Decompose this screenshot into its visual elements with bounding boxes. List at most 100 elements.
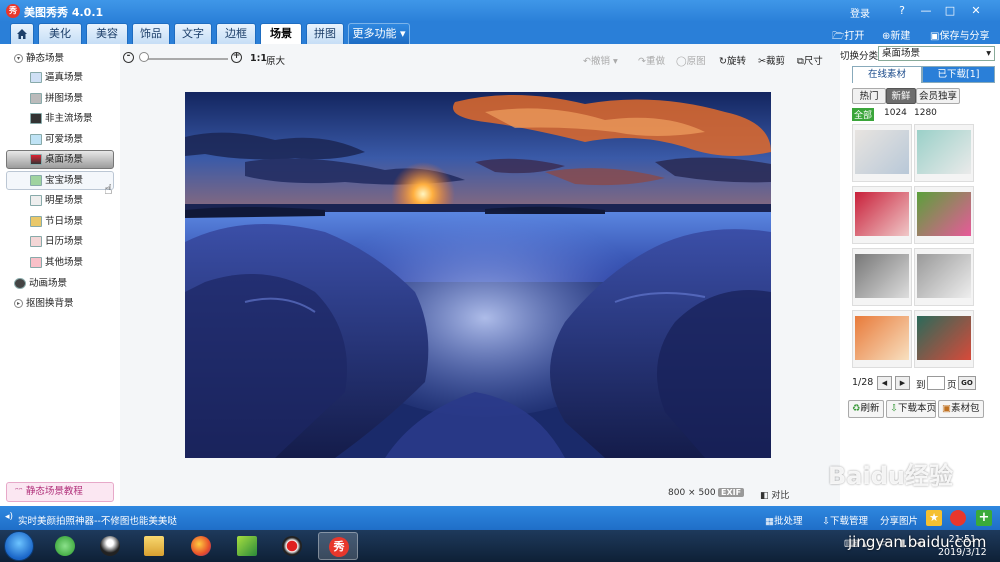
sort-hot[interactable]: 热门: [852, 88, 886, 104]
photo-canvas[interactable]: [185, 92, 771, 458]
tree-item-desktop[interactable]: 桌面场景: [30, 151, 83, 169]
thumbnail-image: [917, 254, 971, 298]
tree-static-scenes[interactable]: ▾ 静态场景: [14, 50, 64, 68]
star-icon[interactable]: ★: [926, 510, 942, 526]
tree-cutout-background[interactable]: ▸ 抠图换背景: [14, 295, 74, 313]
menu-bar: 美化 美容 饰品 文字 边框 场景 拼图 更多功能 ▾ 🗁打开 ⊕新建 ▣保存与…: [0, 22, 1000, 44]
tree-item-other[interactable]: 其他场景: [30, 254, 83, 272]
refresh-icon: ♻: [852, 403, 861, 414]
taskbar-app-qq[interactable]: [90, 532, 130, 560]
save-share-button[interactable]: ▣保存与分享: [930, 27, 989, 42]
original-image-button[interactable]: ◯原图: [676, 53, 706, 67]
material-thumbnail[interactable]: [852, 186, 912, 244]
material-thumbnail[interactable]: [914, 124, 974, 182]
material-panel: 切换分类 桌面场景 ▾ 在线素材 已下载[1] 热门 新鲜 会员独享 全部 10…: [840, 44, 1000, 506]
sort-vip[interactable]: 会员独享: [916, 88, 960, 104]
compare-button[interactable]: ◧ 对比: [760, 488, 789, 501]
tab-border[interactable]: 边框: [216, 23, 256, 44]
download-page-button[interactable]: ⇩下载本页: [886, 400, 936, 418]
edit-toolbar: - + 1:1 原大 ↶撤销 ▾ ↷重做 ◯原图 ↻旋转 ✂裁剪 ⧉尺寸: [120, 44, 835, 72]
material-thumbnail[interactable]: [852, 124, 912, 182]
material-thumbnail[interactable]: [852, 248, 912, 306]
sort-fresh[interactable]: 新鲜: [886, 88, 916, 104]
taskbar-app-explorer[interactable]: [134, 532, 174, 560]
material-thumbnail[interactable]: [914, 248, 974, 306]
tab-text[interactable]: 文字: [174, 23, 212, 44]
zoom-in-icon[interactable]: +: [231, 52, 242, 63]
share-image-button[interactable]: 分享图片: [880, 513, 918, 527]
taskbar-app-recorder[interactable]: [272, 532, 312, 560]
tree-item-realistic[interactable]: 逼真场景: [30, 69, 83, 87]
tree-item-holiday[interactable]: 节日场景: [30, 213, 83, 231]
scene-icon: [30, 72, 42, 83]
minimize-button[interactable]: —: [918, 4, 934, 18]
taskbar-app-firefox[interactable]: [181, 532, 221, 560]
tab-scene[interactable]: 场景: [260, 23, 302, 44]
tab-downloaded[interactable]: 已下载[1]: [922, 66, 995, 83]
tree-animated-scenes[interactable]: 动画场景: [14, 275, 67, 293]
maximize-button[interactable]: □: [942, 4, 958, 18]
new-button[interactable]: ⊕新建: [882, 27, 910, 42]
tree-item-calendar[interactable]: 日历场景: [30, 233, 83, 251]
help-button[interactable]: ?: [894, 4, 910, 18]
status-promo-text[interactable]: 实时美颜拍照神器--不修图也能美美哒: [18, 513, 177, 527]
weibo-icon[interactable]: [950, 510, 966, 526]
prev-page-button[interactable]: ◀: [877, 376, 892, 390]
qq-penguin-icon: [100, 536, 120, 556]
tree-item-nonmainstream[interactable]: 非主流场景: [30, 110, 93, 128]
zoom-slider-handle[interactable]: [139, 52, 149, 62]
page-number-input[interactable]: [927, 376, 945, 390]
go-button[interactable]: GO: [958, 376, 976, 390]
undo-button[interactable]: ↶撤销 ▾: [583, 53, 618, 67]
resolution-1024[interactable]: 1024: [884, 108, 907, 118]
thumbnail-image: [855, 192, 909, 236]
download-manager-button[interactable]: ⇩下载管理: [822, 513, 868, 527]
next-page-button[interactable]: ▶: [895, 376, 910, 390]
refresh-button[interactable]: ♻刷新: [848, 400, 884, 418]
baidu-watermark-url: jingyan.baidu.com: [848, 533, 987, 551]
rotate-icon: ↻: [719, 56, 727, 67]
redo-button[interactable]: ↷重做: [638, 53, 665, 67]
add-icon[interactable]: +: [976, 510, 992, 526]
taskbar-app-360[interactable]: [45, 532, 85, 560]
start-button[interactable]: [4, 531, 34, 561]
crop-button[interactable]: ✂裁剪: [758, 53, 785, 67]
taskbar-app-meitu[interactable]: 秀: [318, 532, 358, 560]
exif-button[interactable]: EXIF: [718, 488, 745, 497]
tree-item-cute[interactable]: 可爱场景: [30, 131, 83, 149]
category-select[interactable]: 桌面场景 ▾: [878, 46, 995, 61]
scene-category-panel: ▾ 静态场景 逼真场景 拼图场景 非主流场景 可爱场景 桌面场景 宝宝场景 ☝ 明…: [0, 44, 120, 506]
actual-size-ratio[interactable]: 1:1: [250, 53, 267, 64]
footprint-icon: ᵔᵔ: [15, 486, 26, 497]
tab-accessories[interactable]: 饰品: [132, 23, 170, 44]
tree-item-collage[interactable]: 拼图场景: [30, 90, 83, 108]
material-thumbnail[interactable]: [852, 310, 912, 368]
login-link[interactable]: 登录: [850, 5, 870, 20]
more-features-menu[interactable]: 更多功能 ▾: [348, 23, 410, 44]
material-pack-button[interactable]: ▣素材包: [938, 400, 984, 418]
resolution-1280[interactable]: 1280: [914, 108, 937, 118]
zoom-slider-track[interactable]: [146, 58, 228, 60]
tree-item-star[interactable]: 明星场景: [30, 192, 83, 210]
image-dimensions: 800 × 500: [668, 488, 716, 498]
rotate-button[interactable]: ↻旋转: [719, 53, 746, 67]
material-thumbnail[interactable]: [914, 186, 974, 244]
tab-online-materials[interactable]: 在线素材: [852, 66, 922, 83]
resize-button[interactable]: ⧉尺寸: [797, 53, 823, 67]
scene-icon: [30, 134, 42, 145]
taskbar-app-player[interactable]: [227, 532, 267, 560]
download-icon: ⇩: [890, 403, 898, 414]
tab-beautify[interactable]: 美化: [38, 23, 82, 44]
page-unit-label: 页: [947, 380, 957, 391]
tab-collage[interactable]: 拼图: [306, 23, 344, 44]
tab-beauty[interactable]: 美容: [86, 23, 128, 44]
tab-home[interactable]: [10, 23, 34, 44]
zoom-out-icon[interactable]: -: [123, 52, 134, 63]
tree-item-baby[interactable]: 宝宝场景: [30, 172, 83, 190]
material-thumbnail[interactable]: [914, 310, 974, 368]
static-scene-tutorial-button[interactable]: ᵔᵔ 静态场景教程: [6, 482, 114, 502]
batch-process-button[interactable]: ▦批处理: [765, 513, 803, 527]
resolution-all[interactable]: 全部: [852, 108, 875, 121]
original-size-button[interactable]: 原大: [266, 53, 285, 67]
close-button[interactable]: ✕: [968, 4, 984, 18]
